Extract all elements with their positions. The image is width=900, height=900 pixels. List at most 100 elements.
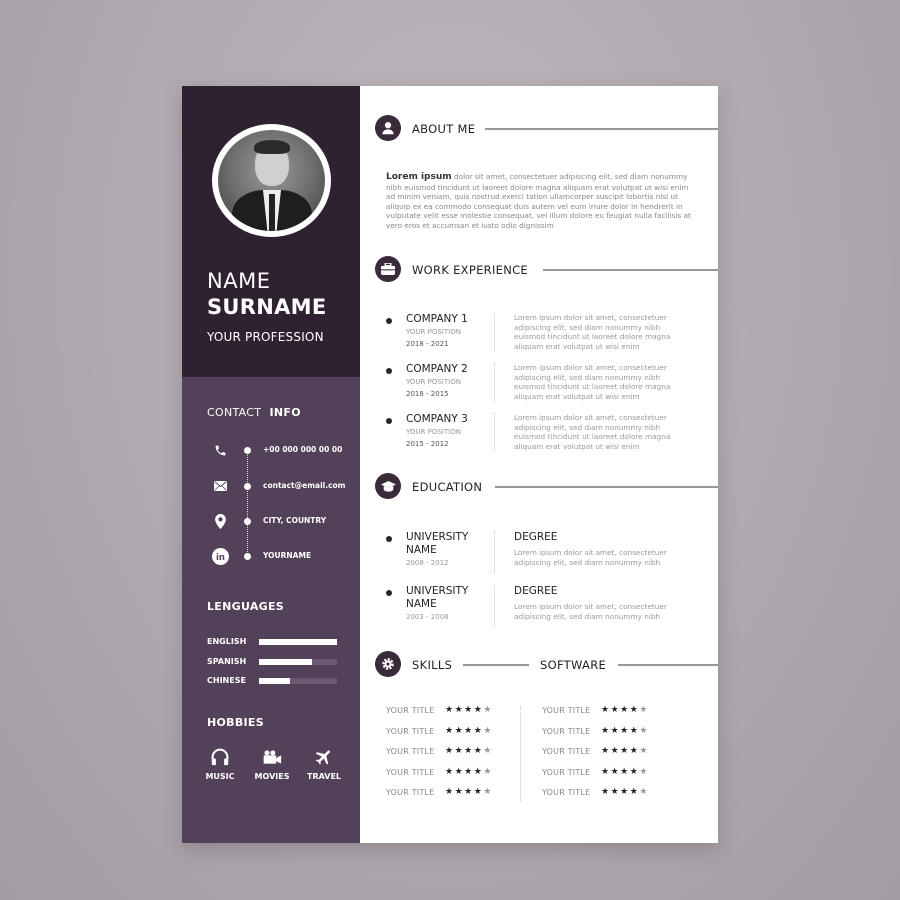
work-section-header: WORK EXPERIENCE (375, 256, 718, 282)
star-icon: ★ (454, 705, 465, 715)
skill-row: YOUR TITLE ★★★★★ (542, 746, 692, 768)
skill-title: YOUR TITLE (386, 726, 435, 736)
education-section-header: EDUCATION (375, 473, 718, 499)
contact-heading: CONTACT INFO (207, 406, 301, 419)
star-icon: ★ (601, 766, 611, 777)
star-icon: ★ (473, 766, 484, 777)
star-icon: ★ (464, 766, 474, 777)
star-icon: ★ (445, 787, 455, 797)
skill-title: YOUR TITLE (386, 788, 435, 797)
skill-row: YOUR TITLE ★★★★★ (386, 705, 536, 727)
star-icon: ★ (483, 787, 493, 797)
phone-icon (211, 441, 229, 459)
star-icon: ★ (483, 766, 493, 777)
headphones-icon (195, 746, 245, 768)
star-icon: ★ (639, 725, 649, 736)
skill-title: YOUR TITLE (542, 747, 591, 756)
star-icon: ★ (601, 746, 611, 756)
star-rating: ★★★★★ (445, 746, 493, 756)
star-icon: ★ (639, 766, 649, 777)
star-icon: ★ (601, 705, 611, 715)
language-level-bar (259, 678, 291, 684)
sidebar: NAME SURNAME YOUR PROFESSION CONTACT INF… (182, 86, 360, 843)
about-title: ABOUT ME (412, 122, 476, 136)
user-icon (375, 115, 401, 141)
star-icon: ★ (629, 766, 640, 777)
star-icon: ★ (620, 766, 630, 777)
education-title: EDUCATION (412, 480, 483, 494)
star-icon: ★ (454, 787, 465, 797)
star-icon: ★ (629, 725, 640, 736)
star-icon: ★ (445, 766, 455, 777)
skill-row: YOUR TITLE ★★★★★ (542, 767, 692, 789)
skills-divider (520, 706, 521, 801)
linkedin-icon: in (211, 547, 229, 565)
about-section-header: ABOUT ME (375, 115, 718, 141)
software-list: YOUR TITLE ★★★★★ YOUR TITLE ★★★★★ YOUR TITLE… (542, 705, 692, 809)
star-icon: ★ (473, 746, 484, 756)
star-icon: ★ (610, 705, 621, 715)
star-rating: ★★★★★ (601, 767, 649, 777)
skill-title: YOUR TITLE (386, 767, 435, 777)
star-icon: ★ (601, 725, 611, 736)
contact-email: contact@email.com (182, 477, 360, 497)
languages-heading: LENGUAGES (207, 600, 285, 613)
star-icon: ★ (610, 725, 621, 736)
contact-email-text[interactable]: contact@email.com (263, 481, 345, 490)
star-icon: ★ (620, 787, 630, 797)
skill-title: YOUR TITLE (386, 706, 435, 715)
star-icon: ★ (473, 705, 484, 715)
star-icon: ★ (445, 725, 455, 736)
video-camera-icon (247, 746, 297, 768)
star-icon: ★ (483, 725, 493, 736)
star-icon: ★ (620, 746, 630, 756)
skill-title: YOUR TITLE (542, 706, 591, 715)
main-content: ABOUT ME Lorem ipsum dolor sit amet, con… (360, 86, 718, 843)
divider (485, 128, 718, 130)
star-icon: ★ (473, 725, 484, 736)
star-icon: ★ (629, 787, 640, 797)
skills-section-header: SKILLS SOFTWARE (375, 651, 718, 677)
contact-linkedin-text[interactable]: YOURNAME (263, 551, 311, 560)
divider (495, 486, 718, 488)
skill-row: YOUR TITLE ★★★★★ (542, 726, 692, 748)
skill-row: YOUR TITLE ★★★★★ (542, 705, 692, 727)
about-text: Lorem ipsum dolor sit amet, consectetuer… (386, 172, 691, 230)
star-rating: ★★★★★ (601, 726, 649, 736)
profession: YOUR PROFESSION (207, 330, 324, 344)
star-icon: ★ (629, 746, 640, 756)
contact-phone-text[interactable]: +00 000 000 00 00 (263, 445, 342, 454)
star-rating: ★★★★★ (601, 746, 649, 756)
language-level-bar (259, 639, 337, 645)
star-icon: ★ (620, 725, 630, 736)
star-icon: ★ (610, 787, 621, 797)
divider (618, 664, 718, 666)
skill-title: YOUR TITLE (386, 747, 435, 756)
star-rating: ★★★★★ (445, 767, 493, 777)
star-icon: ★ (454, 725, 465, 736)
svg-text:in: in (216, 552, 225, 562)
work-title: WORK EXPERIENCE (412, 263, 529, 277)
star-rating: ★★★★★ (445, 726, 493, 736)
contact-timeline (247, 448, 248, 556)
skill-row: YOUR TITLE ★★★★★ (386, 746, 536, 768)
star-icon: ★ (454, 746, 465, 756)
skill-title: YOUR TITLE (542, 726, 591, 736)
star-icon: ★ (639, 705, 649, 715)
skill-row: YOUR TITLE ★★★★★ (386, 767, 536, 789)
resume-page: NAME SURNAME YOUR PROFESSION CONTACT INF… (182, 86, 718, 843)
star-rating: ★★★★★ (445, 705, 493, 715)
skill-row: YOUR TITLE ★★★★★ (386, 787, 536, 809)
contact-linkedin: in YOURNAME (182, 547, 360, 567)
star-icon: ★ (610, 746, 621, 756)
location-pin-icon (211, 512, 229, 530)
hobby-travel: TRAVEL (299, 746, 349, 781)
star-rating: ★★★★★ (445, 787, 493, 797)
star-icon: ★ (445, 705, 455, 715)
language-row: ENGLISH (207, 637, 342, 647)
star-icon: ★ (639, 787, 649, 797)
hobby-movies: MOVIES (247, 746, 297, 781)
skills-list: YOUR TITLE ★★★★★ YOUR TITLE ★★★★★ YOUR TITLE… (386, 705, 536, 809)
divider (463, 664, 529, 666)
divider (543, 269, 718, 271)
